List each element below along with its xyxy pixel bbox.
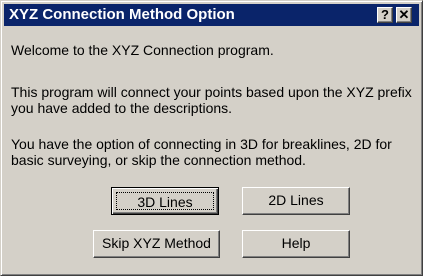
question-mark-icon[interactable]: ? [377,7,393,23]
window-title: XYZ Connection Method Option [9,6,235,23]
skip-xyz-method-button[interactable]: Skip XYZ Method [93,230,220,258]
close-icon[interactable]: ✕ [396,7,412,23]
3d-lines-label: 3D Lines [116,192,214,210]
title-bar[interactable]: XYZ Connection Method Option ? ✕ [4,4,419,26]
3d-lines-button[interactable]: 3D Lines [111,187,219,215]
help-button[interactable]: Help [242,230,350,258]
2d-lines-button[interactable]: 2D Lines [242,187,350,215]
options-text: You have the option of connecting in 3D … [11,136,392,168]
xyz-connection-dialog: XYZ Connection Method Option ? ✕ Welcome… [0,0,423,276]
welcome-text: Welcome to the XYZ Connection program. [11,42,274,58]
description-text: This program will connect your points ba… [11,84,412,116]
